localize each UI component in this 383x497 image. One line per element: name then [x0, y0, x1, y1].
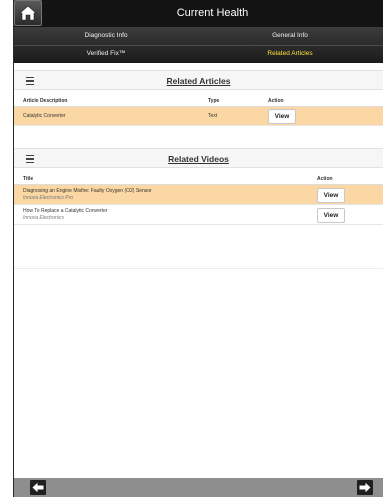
video-title: Diagnosing an Engine Misfire: Faulty Oxy… — [23, 188, 152, 194]
video-source: Innova Electronics Pro — [23, 195, 74, 201]
arrow-left-icon — [32, 482, 44, 493]
app-window: Current Health Diagnostic Info General I… — [0, 0, 383, 497]
column-header-title: Title — [23, 176, 34, 182]
forward-button[interactable] — [357, 480, 373, 495]
videos-table: Title Action Diagnosing an Engine Misfir… — [14, 174, 383, 225]
home-button[interactable] — [14, 0, 42, 26]
videos-table-header: Title Action — [14, 174, 383, 185]
articles-table: Article Description Type Action Catalyti… — [14, 96, 383, 126]
tab-bar: Diagnostic Info General Info Verified Fi… — [14, 27, 383, 63]
tab-verified-fix[interactable]: Verified Fix™ — [14, 45, 198, 63]
view-article-button[interactable]: View — [268, 109, 296, 124]
column-header-action: Action — [317, 176, 333, 182]
menu-icon[interactable] — [26, 77, 34, 85]
view-video-button[interactable]: View — [317, 188, 345, 203]
articles-section-header: Related Articles — [14, 70, 383, 90]
tab-related-articles[interactable]: Related Articles — [198, 45, 382, 63]
menu-icon[interactable] — [26, 155, 34, 163]
home-icon — [19, 5, 37, 21]
videos-section-header: Related Videos — [14, 148, 383, 168]
table-row: How To Replace a Catalytic Converter Inn… — [14, 205, 383, 225]
page-title: Current Health — [176, 7, 249, 19]
table-row: Diagnosing an Engine Misfire: Faulty Oxy… — [14, 185, 383, 205]
videos-section-title: Related Videos — [168, 154, 229, 164]
tab-general-info[interactable]: General Info — [198, 27, 382, 45]
bottom-nav-bar — [14, 478, 383, 497]
table-row: Catalytic Converter Text View — [14, 107, 383, 126]
column-header-action: Action — [268, 98, 284, 104]
articles-section-title: Related Articles — [166, 76, 231, 86]
column-header-type: Type — [208, 98, 220, 104]
column-header-description: Article Description — [23, 98, 68, 104]
video-source: Innova Electronics — [23, 215, 64, 221]
articles-table-header: Article Description Type Action — [14, 96, 383, 107]
back-button[interactable] — [30, 480, 46, 495]
arrow-right-icon — [359, 482, 371, 493]
tab-diagnostic-info[interactable]: Diagnostic Info — [14, 27, 198, 45]
content-divider — [14, 268, 383, 269]
view-video-button[interactable]: View — [317, 208, 345, 223]
article-description: Catalytic Converter — [23, 113, 66, 119]
article-type: Text — [208, 113, 218, 119]
video-title: How To Replace a Catalytic Converter — [23, 208, 108, 214]
